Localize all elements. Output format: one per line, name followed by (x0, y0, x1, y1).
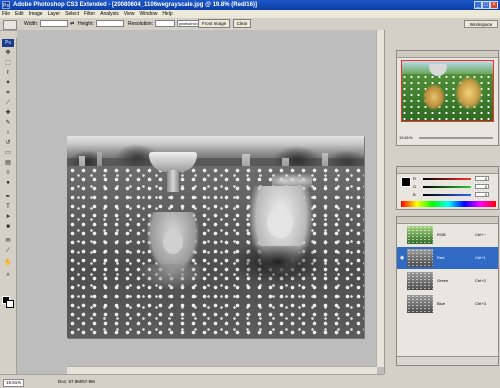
status-bar: 19.81% Doc: 57.9M/57.9M (0, 374, 384, 388)
navigator-panel: 19.81% (396, 50, 499, 146)
red-slider[interactable] (423, 178, 471, 180)
resolution-label: Resolution: (128, 21, 154, 27)
channel-thumbnail (407, 272, 433, 290)
workspace-button[interactable]: Workspace (464, 20, 498, 28)
channel-row-blue[interactable]: Blue Ctrl+3 (397, 293, 498, 315)
lasso-icon[interactable]: ℓ (3, 70, 13, 77)
maximize-icon[interactable]: □ (482, 1, 490, 9)
stamp-icon[interactable]: ♁ (3, 130, 13, 137)
navigator-view-box[interactable] (401, 60, 494, 122)
channel-thumbnail (407, 226, 433, 244)
close-icon[interactable]: × (490, 1, 498, 9)
red-value[interactable]: 0 (475, 176, 489, 181)
blue-slider[interactable] (423, 194, 471, 196)
green-slider[interactable] (423, 186, 471, 188)
menu-filter[interactable]: Filter (82, 10, 98, 18)
color-spectrum-ramp[interactable] (401, 201, 496, 207)
zoom-icon[interactable]: ⌕ (3, 272, 13, 279)
grayscale-photo-of-two-girls-in-meadow[interactable] (67, 136, 364, 338)
blur-icon[interactable]: ◊ (3, 170, 13, 177)
dodge-icon[interactable]: ● (3, 180, 13, 187)
menu-file[interactable]: File (0, 10, 13, 18)
channels-panel: RGB Ctrl+~ ◉ Red Ctrl+1 Green Ctrl+2 Blu… (396, 216, 499, 366)
move-icon[interactable]: ✥ (3, 50, 13, 57)
type-icon[interactable]: T (3, 204, 13, 211)
width-field[interactable] (40, 20, 68, 27)
heal-icon[interactable]: ✚ (3, 110, 13, 117)
crop-icon[interactable]: ⌗ (3, 90, 13, 97)
channel-row-rgb[interactable]: RGB Ctrl+~ (397, 224, 498, 246)
title-bar: Ps Adobe Photoshop CS3 Extended - [20080… (0, 0, 500, 10)
zoom-level-field[interactable]: 19.81% (3, 379, 25, 387)
height-label: Height: (78, 21, 94, 27)
resolution-field[interactable] (155, 20, 175, 27)
path-select-icon[interactable]: ➤ (3, 214, 13, 221)
channel-row-red[interactable]: ◉ Red Ctrl+1 (397, 247, 498, 269)
channel-thumbnail (407, 295, 433, 313)
vertical-scrollbar[interactable] (376, 30, 384, 367)
green-slider-row[interactable]: G 0 (413, 184, 489, 190)
height-field[interactable] (96, 20, 124, 27)
red-slider-row[interactable]: R 0 (413, 176, 489, 182)
notes-icon[interactable]: ✉ (3, 238, 13, 245)
minimize-icon[interactable]: _ (474, 1, 482, 9)
background-color-swatch[interactable] (6, 300, 14, 308)
menu-view[interactable]: View (122, 10, 138, 18)
menu-image[interactable]: Image (27, 10, 46, 18)
color-foreground-swatch[interactable] (401, 177, 411, 187)
channel-row-green[interactable]: Green Ctrl+2 (397, 270, 498, 292)
visibility-eye-icon[interactable] (399, 278, 405, 284)
menu-select[interactable]: Select (63, 10, 82, 18)
visibility-eye-icon[interactable] (399, 301, 405, 307)
photoshop-window: Ps Adobe Photoshop CS3 Extended - [20080… (0, 0, 500, 388)
document-canvas[interactable] (17, 30, 385, 374)
menu-edit[interactable]: Edit (13, 10, 27, 18)
visibility-eye-icon[interactable] (399, 232, 405, 238)
ps-logo: Ps (2, 39, 14, 47)
pen-icon[interactable]: ✒ (3, 194, 13, 201)
width-label: Width: (24, 21, 39, 27)
document-size: Doc: 57.9M/57.9M (58, 379, 95, 384)
navigator-tabs[interactable] (397, 51, 498, 58)
younger-girl (137, 212, 207, 290)
color-panel: R 0 G 0 B 0 (396, 166, 499, 210)
menu-help[interactable]: Help (160, 10, 175, 18)
marquee-icon[interactable]: ⬚ (3, 60, 13, 67)
channels-panel-footer (397, 356, 498, 365)
wand-icon[interactable]: ✦ (3, 80, 13, 87)
toolbox: Ps ✥ ⬚ ℓ ✦ ⌗ ⟋ ✚ ✎ ♁ ↺ ▭ ▤ ◊ ● ✒ T ➤ ■ ✉… (0, 38, 17, 374)
green-value[interactable]: 0 (475, 184, 489, 189)
front-image-button[interactable]: Front Image (198, 19, 230, 28)
navigator-zoom-slider[interactable] (419, 137, 493, 139)
clear-button[interactable]: Clear (233, 19, 251, 28)
navigator-zoom[interactable]: 19.81% (399, 135, 413, 141)
window-title: Adobe Photoshop CS3 Extended - [20080604… (13, 2, 257, 8)
menu-analysis[interactable]: Analysis (98, 10, 122, 18)
horizontal-scrollbar[interactable] (67, 366, 377, 374)
eyedropper-icon[interactable]: ⁄ (3, 248, 13, 255)
color-tabs[interactable] (397, 167, 498, 174)
gradient-icon[interactable]: ▤ (3, 160, 13, 167)
eraser-icon[interactable]: ▭ (3, 150, 13, 157)
menu-layer[interactable]: Layer (46, 10, 64, 18)
older-girl (237, 186, 327, 286)
channel-thumbnail (407, 249, 433, 267)
swap-icon[interactable]: ⇄ (70, 21, 74, 27)
hand-icon[interactable]: ✋ (3, 260, 13, 267)
stone-urn (149, 152, 197, 192)
menu-bar: File Edit Image Layer Select Filter Analysis Vi… (0, 10, 500, 18)
panels-dock: 19.81% R 0 G 0 B 0 RGB Ctrl+~ ◉ Red Ctrl… (385, 30, 500, 388)
menu-window[interactable]: Window (138, 10, 161, 18)
channels-tabs[interactable] (397, 217, 498, 224)
blue-slider-row[interactable]: B 0 (413, 192, 489, 198)
shape-icon[interactable]: ■ (3, 224, 13, 231)
visibility-eye-icon[interactable]: ◉ (399, 255, 405, 261)
app-icon: Ps (2, 1, 10, 9)
blue-value[interactable]: 0 (475, 192, 489, 197)
slice-icon[interactable]: ⟋ (3, 100, 13, 107)
brush-icon[interactable]: ✎ (3, 120, 13, 127)
history-brush-icon[interactable]: ↺ (3, 140, 13, 147)
crop-tool-preset-picker[interactable] (3, 20, 17, 30)
